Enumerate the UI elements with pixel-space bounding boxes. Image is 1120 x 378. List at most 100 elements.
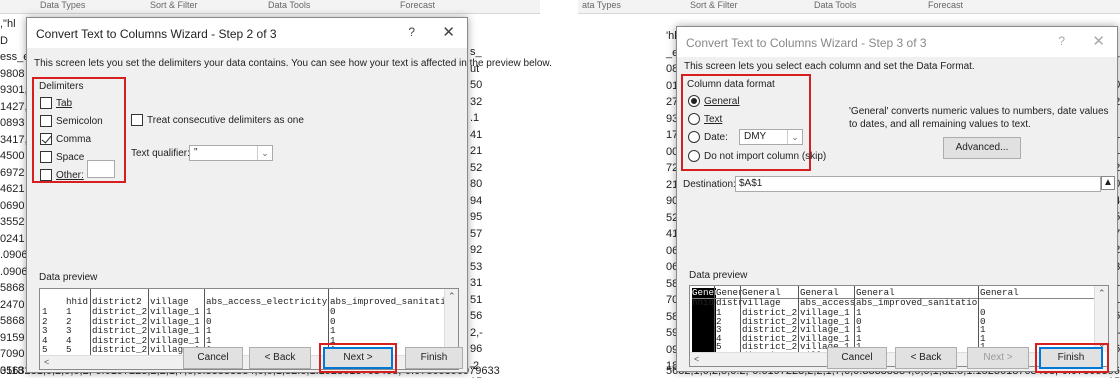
vertical-scrollbar[interactable]: ⌃ ⌄ — [444, 289, 458, 355]
space-checkbox[interactable] — [40, 151, 52, 163]
preview-header-cell: abs_access_electricity — [206, 297, 328, 307]
date-format-select[interactable]: DMY ⌄ — [739, 129, 803, 145]
cell-fragment[interactable]: 5868 — [0, 313, 29, 330]
cell-fragment[interactable]: 5868 — [0, 280, 29, 297]
help-button[interactable]: ? — [408, 25, 415, 39]
cell-fragment[interactable]: 2,- — [470, 325, 483, 342]
cell-fragment[interactable]: 9159 — [0, 330, 29, 347]
cell-fragment[interactable]: 56 — [470, 308, 483, 325]
back-button[interactable]: < Back — [249, 347, 311, 369]
cancel-button[interactable]: Cancel — [827, 347, 887, 369]
scroll-left-icon[interactable]: < — [44, 357, 49, 367]
cell-fragment[interactable]: 0893 — [0, 115, 29, 132]
ribbon-group-sort-filter[interactable]: Sort & Filter — [690, 0, 738, 10]
date-radio[interactable] — [688, 131, 700, 143]
scroll-left-icon[interactable]: < — [694, 354, 699, 364]
cell-fragment[interactable]: 57 — [470, 226, 483, 243]
ribbon-group-data-tools[interactable]: Data Tools — [268, 0, 310, 10]
horizontal-scrollbar[interactable]: < > — [690, 352, 1094, 366]
close-icon[interactable]: ✕ — [1092, 32, 1105, 50]
column-separator[interactable] — [90, 289, 91, 355]
highlight-next — [319, 343, 397, 373]
preview-cell: village_1 — [150, 335, 200, 346]
cell-fragment[interactable]: 96 — [470, 341, 483, 358]
dialog-intro: This screen lets you set the delimiters … — [34, 58, 552, 69]
cell-fragment[interactable]: 0690 — [0, 198, 29, 215]
cell-fragment[interactable]: 51 — [470, 292, 483, 309]
ribbon-group-data-types[interactable]: ata Types — [582, 0, 621, 10]
cell-fragment[interactable]: 3552 — [0, 214, 29, 231]
cell-fragment[interactable]: 80 — [470, 176, 483, 193]
space-label: Space — [56, 152, 85, 163]
other-label: Other: — [56, 170, 84, 181]
skip-column-radio[interactable] — [688, 150, 700, 162]
ribbon-group-sort-filter[interactable]: Sort & Filter — [150, 0, 198, 10]
text-label: Text — [704, 114, 723, 125]
help-button[interactable]: ? — [1058, 34, 1065, 48]
cell-fragment[interactable]: 53 — [470, 259, 483, 276]
cell-fragment[interactable]: 7090 — [0, 346, 29, 363]
scroll-up-icon[interactable]: ⌃ — [448, 291, 456, 302]
cell-fragment[interactable]: 95 — [470, 209, 483, 226]
column-separator[interactable] — [798, 286, 799, 352]
cell-fragment[interactable]: D — [0, 33, 29, 50]
cell-fragment[interactable]: 1427, — [0, 99, 29, 116]
cell-fragment[interactable]: 31 — [470, 275, 483, 292]
cell-fragment[interactable]: 9808 — [0, 66, 29, 83]
ribbon-group-data-types[interactable]: Data Types — [40, 0, 85, 10]
cell-fragment[interactable]: 4621 — [0, 181, 29, 198]
column-separator[interactable] — [714, 286, 715, 352]
cell-fragment[interactable]: .0906 — [0, 247, 29, 264]
scroll-up-icon[interactable]: ⌃ — [1098, 288, 1106, 299]
ribbon-group-data-tools[interactable]: Data Tools — [814, 0, 856, 10]
cell-fragment[interactable]: 2470 — [0, 297, 29, 314]
cell-fragment[interactable]: 9301, — [0, 82, 29, 99]
consecutive-delimiters-checkbox[interactable] — [131, 114, 143, 126]
text-qualifier-select[interactable]: " ⌄ — [189, 145, 273, 161]
cell-fragment[interactable]: 0241 — [0, 231, 29, 248]
other-checkbox[interactable] — [40, 169, 52, 181]
column-format-group-label: Column data format — [687, 79, 775, 90]
column-separator[interactable] — [740, 286, 741, 352]
destination-input[interactable]: $A$1 — [735, 176, 1101, 192]
chevron-down-icon[interactable]: ⌄ — [787, 130, 802, 144]
collapse-dialog-icon[interactable]: ▲ — [1101, 176, 1115, 190]
general-radio[interactable] — [688, 95, 700, 107]
preview-cell: village_1 — [150, 307, 200, 317]
next-button[interactable]: Next > — [967, 347, 1029, 369]
cell-fragment[interactable]: 3417, — [0, 132, 29, 149]
cell-fragment[interactable]: 32 — [470, 94, 483, 111]
cell-fragment[interactable]: 21 — [470, 143, 483, 160]
cell-fragment[interactable]: 52 — [470, 160, 483, 177]
finish-button[interactable]: Finish — [405, 347, 463, 369]
comma-checkbox[interactable] — [40, 133, 52, 145]
cell-fragment[interactable]: .1 — [470, 110, 483, 127]
close-icon[interactable]: ✕ — [442, 23, 455, 41]
cell-fragment[interactable]: 6972 — [0, 165, 29, 182]
column-separator[interactable] — [204, 289, 205, 355]
text-radio[interactable] — [688, 113, 700, 125]
cell-fragment[interactable]: ess_e — [0, 49, 29, 66]
column-separator[interactable] — [854, 286, 855, 352]
column-separator[interactable] — [148, 289, 149, 355]
ribbon-strip: Data Types Sort & Filter Data Tools Fore… — [0, 0, 540, 14]
cell-fragment[interactable]: 94 — [470, 193, 483, 210]
cancel-button[interactable]: Cancel — [183, 347, 243, 369]
other-delimiter-input[interactable] — [87, 160, 115, 178]
cell-fragment[interactable]: 41 — [470, 127, 483, 144]
chevron-down-icon[interactable]: ⌄ — [257, 146, 272, 160]
preview-cell: 0 — [206, 316, 212, 327]
advanced-button[interactable]: Advanced... — [943, 137, 1021, 159]
column-separator[interactable] — [978, 286, 979, 352]
cell-fragment[interactable]: 92 — [470, 242, 483, 259]
ribbon-group-forecast[interactable]: Forecast — [928, 0, 963, 10]
cell-fragment[interactable]: .0906 — [0, 264, 29, 281]
cell-fragment[interactable]: 4500 — [0, 148, 29, 165]
wizard-step3-dialog: Convert Text to Columns Wizard - Step 3 … — [676, 26, 1118, 373]
cell-fragment[interactable]: ,"hl — [0, 16, 29, 33]
ribbon-group-forecast[interactable]: Forecast — [400, 0, 435, 10]
semicolon-checkbox[interactable] — [40, 115, 52, 127]
back-button[interactable]: < Back — [895, 347, 957, 369]
tab-checkbox[interactable] — [40, 97, 52, 109]
cell-fragment[interactable]: 50 — [470, 77, 483, 94]
